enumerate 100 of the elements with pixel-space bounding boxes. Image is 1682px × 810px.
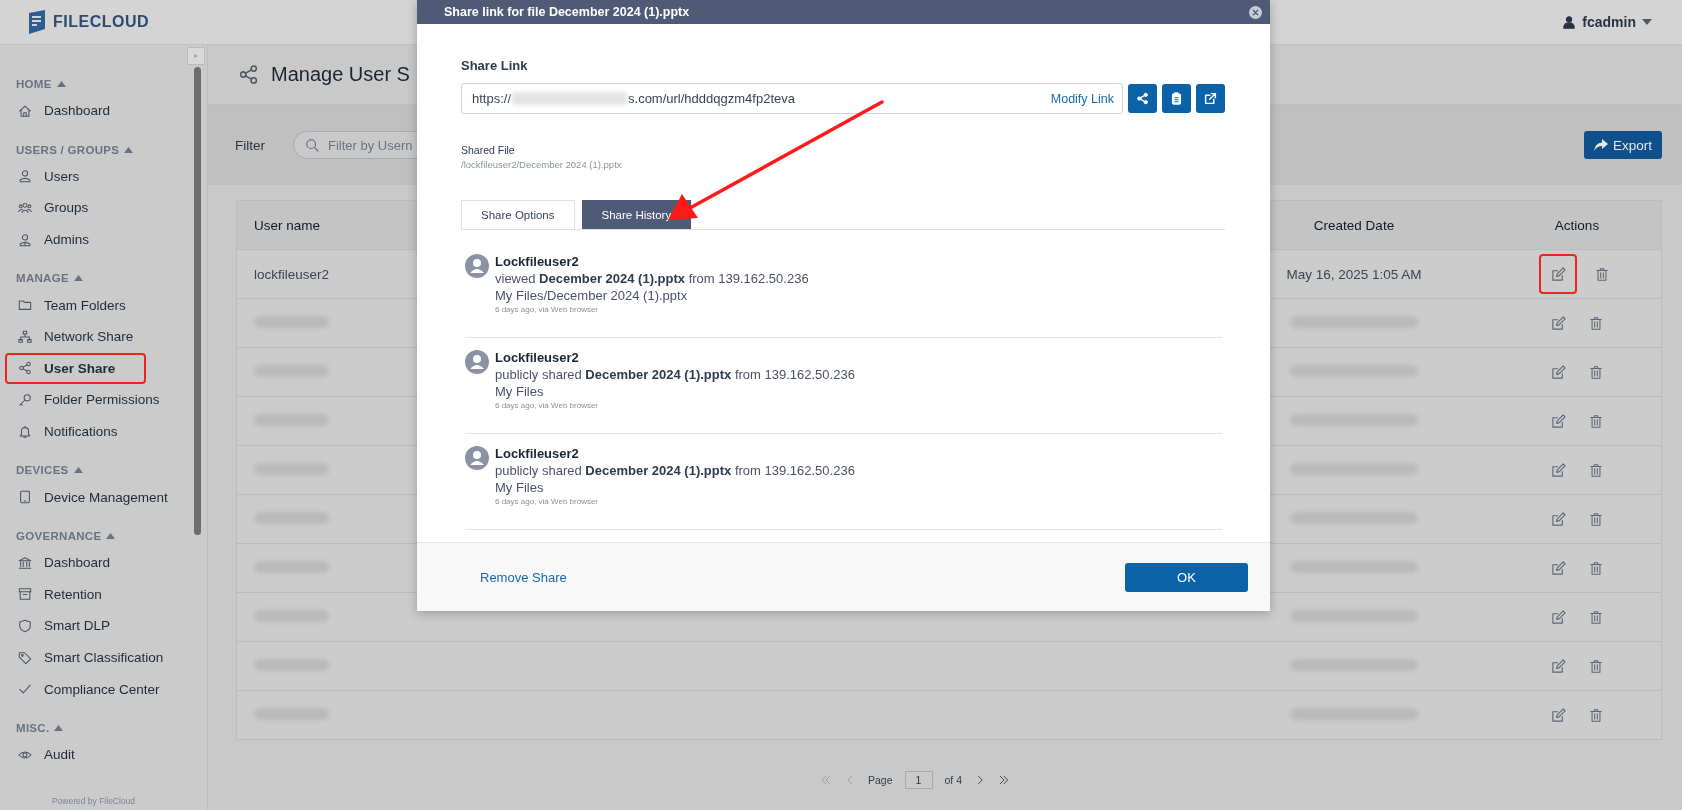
share-button[interactable] xyxy=(1128,84,1157,113)
sidebar-item[interactable]: Network Share xyxy=(5,320,202,353)
username[interactable]: fcadmin xyxy=(1582,14,1636,30)
shared-file-path: /lockfileuser2/December 2024 (1).pptx xyxy=(461,159,623,170)
history-time: 6 days ago, via Web browser xyxy=(495,305,599,314)
export-button[interactable]: Export xyxy=(1583,131,1662,159)
open-link-button[interactable] xyxy=(1196,84,1225,113)
caret-icon xyxy=(1642,19,1652,25)
double-chevron-left-icon xyxy=(819,774,832,786)
avatar-icon xyxy=(465,446,489,470)
sidebar-item[interactable]: Compliance Center xyxy=(5,673,202,705)
trash-icon xyxy=(1589,315,1603,331)
edit-icon xyxy=(1550,462,1566,478)
close-button[interactable] xyxy=(1249,5,1262,19)
sidebar-item[interactable]: Audit xyxy=(5,738,202,771)
column-header: User name xyxy=(253,217,322,233)
column-header: Actions xyxy=(1554,217,1600,233)
history-user: Lockfileuser2 xyxy=(495,446,580,461)
url-text: s.com/url/hdddqgzm4fp2teva xyxy=(628,91,795,106)
history-path: My Files xyxy=(495,384,545,399)
sidebar-item[interactable]: Notifications xyxy=(5,415,202,448)
powered-by-text: Powered by FileCloud xyxy=(50,796,137,806)
share-icon xyxy=(18,361,32,376)
history-path: My Files xyxy=(495,480,545,495)
archive-icon xyxy=(18,587,32,602)
tag-icon xyxy=(18,650,32,665)
admin-icon xyxy=(18,232,32,247)
page-label: Page xyxy=(867,774,893,786)
trash-icon xyxy=(1589,707,1603,723)
edit-icon xyxy=(1550,266,1566,282)
filter-label: Filter xyxy=(235,137,265,153)
ok-button[interactable]: OK xyxy=(1125,562,1248,592)
last-page-button[interactable] xyxy=(998,774,1010,786)
history-user: Lockfileuser2 xyxy=(495,350,580,365)
table-cell: May 16, 2025 1:05 AM xyxy=(1286,266,1422,282)
share-icon xyxy=(238,64,259,85)
trash-icon xyxy=(1589,413,1603,429)
table-cell: lockfileuser2 xyxy=(254,266,330,282)
edit-icon xyxy=(1550,707,1566,723)
sidebar-item[interactable]: Dashboard xyxy=(5,95,202,127)
tab[interactable]: Share Options xyxy=(461,200,575,229)
first-page-button[interactable] xyxy=(819,774,832,786)
check-icon xyxy=(18,682,32,697)
edit-icon xyxy=(1550,560,1566,576)
share-arrow-icon xyxy=(1593,139,1608,151)
edit-icon xyxy=(1550,511,1566,527)
sidebar-item[interactable]: Admins xyxy=(5,223,202,256)
page-title: Manage User S xyxy=(271,63,410,86)
shield-icon xyxy=(18,618,32,633)
sidebar-item[interactable]: Users xyxy=(5,160,202,193)
history-action: publicly shared December 2024 (1).pptx from 139.162.50.236 xyxy=(495,463,855,478)
edit-button[interactable] xyxy=(1539,254,1577,294)
sidebar-item[interactable]: Folder Permissions xyxy=(5,384,202,416)
sidebar-item[interactable]: Smart DLP xyxy=(5,610,202,642)
scrollbar[interactable] xyxy=(194,67,201,535)
sidebar-item[interactable]: Groups xyxy=(5,192,202,224)
sidebar-item[interactable]: Dashboard xyxy=(5,546,202,579)
bank-icon xyxy=(18,555,32,570)
external-link-icon xyxy=(1204,92,1217,105)
caret-icon xyxy=(73,467,83,474)
caret-icon xyxy=(124,146,134,153)
sidebar-item[interactable]: User Share xyxy=(5,352,146,385)
page-field[interactable]: 1 xyxy=(904,771,933,789)
trash-icon xyxy=(1595,266,1609,282)
tab[interactable]: Share History xyxy=(581,200,692,229)
remove-share-link[interactable]: Remove Share xyxy=(480,569,567,585)
logo-text: FILECLOUD xyxy=(53,13,150,31)
sidebar-item[interactable]: Team Folders xyxy=(5,289,202,321)
url-field[interactable]: https:// s.com/url/hdddqgzm4fp2teva Modify Link xyxy=(461,83,1123,114)
trash-icon xyxy=(1589,658,1603,674)
logo-icon xyxy=(27,10,47,34)
caret-icon xyxy=(56,81,66,87)
history-path: My Files/December 2024 (1).pptx xyxy=(495,288,689,303)
column-header: Created Date xyxy=(1313,217,1395,233)
clipboard-icon xyxy=(1170,92,1183,105)
home-icon xyxy=(18,103,32,118)
sidebar-item[interactable]: Smart Classification xyxy=(5,641,202,674)
bell-icon xyxy=(18,424,32,439)
close-icon xyxy=(1251,7,1260,17)
trash-icon xyxy=(1589,511,1603,527)
folder-icon xyxy=(18,298,32,313)
share-icon xyxy=(1136,92,1149,105)
edit-icon xyxy=(1550,609,1566,625)
sidebar-item[interactable]: Retention xyxy=(5,578,202,611)
history-user: Lockfileuser2 xyxy=(495,254,580,269)
history-time: 6 days ago, via Web browser xyxy=(495,401,599,410)
shared-file-label: Shared File xyxy=(461,144,516,156)
group-icon xyxy=(18,201,32,215)
avatar-icon xyxy=(465,350,489,374)
trash-icon xyxy=(1589,560,1603,576)
modify-link[interactable]: Modify Link xyxy=(1050,91,1114,106)
caret-icon xyxy=(106,532,116,539)
history-action: publicly shared December 2024 (1).pptx from 139.162.50.236 xyxy=(495,367,855,382)
copy-button[interactable] xyxy=(1162,84,1191,113)
double-chevron-right-icon xyxy=(998,774,1010,786)
tablet-icon xyxy=(18,490,32,505)
sidebar-item[interactable]: Device Management xyxy=(5,481,202,513)
trash-icon xyxy=(1589,364,1603,380)
trash-icon xyxy=(1589,462,1603,478)
caret-icon xyxy=(73,275,83,282)
